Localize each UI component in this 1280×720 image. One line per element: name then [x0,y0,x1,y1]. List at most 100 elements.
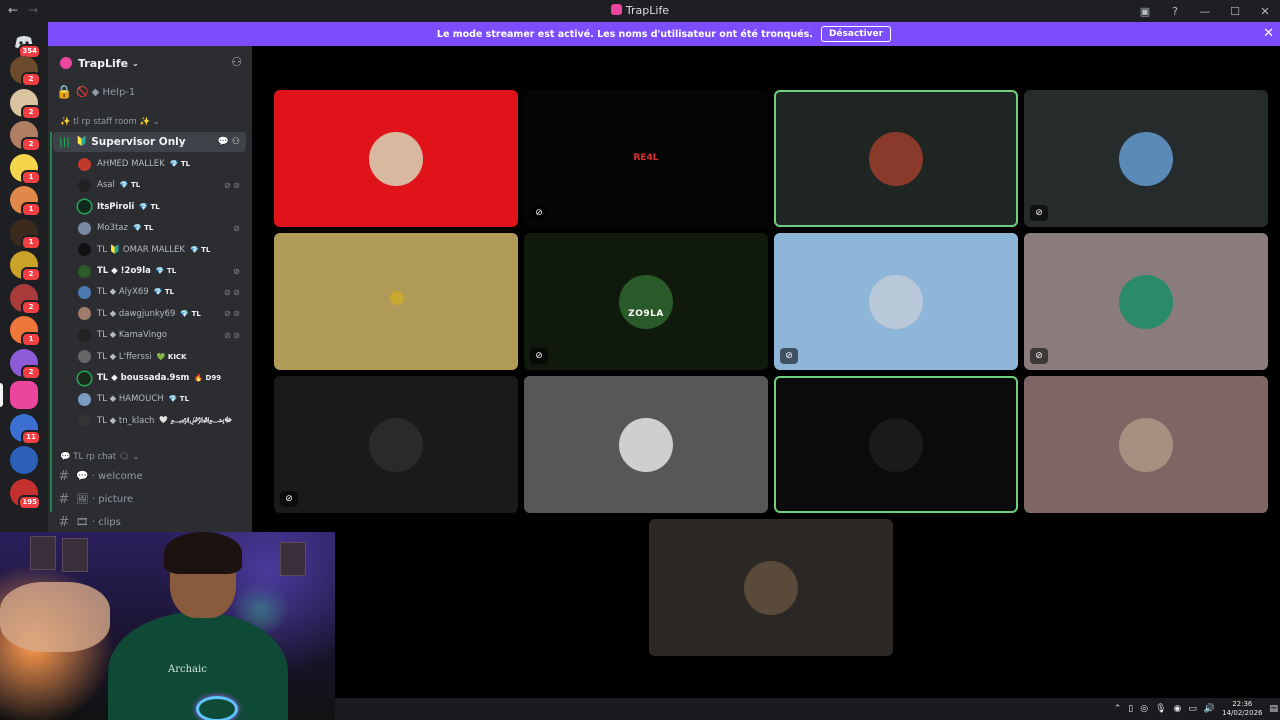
voice-user-row[interactable]: TL ◆ boussada.9sm 🔥 D99 [78,368,248,388]
participant-avatar [369,131,423,186]
voice-user-row[interactable]: TL 🔰 OMAR MALLEK 💎 TL [78,240,248,260]
server-icon-12[interactable]: 11 [10,413,41,445]
category-rp-chat[interactable]: 💬 TL rp chat 🗨 ⌄ [60,452,139,462]
participant-avatar [869,274,923,329]
participant-tile[interactable] [274,90,518,227]
participant-tile[interactable]: ZO9LA ⊘ [524,233,768,370]
taskbar: ⌃ ▯ ◎ 🎙 ◉ ▭ 🔊 22:36 14/02/2026 ▤ [335,698,1280,720]
channel-picture[interactable]: # 🖼 · picture [56,489,246,509]
role-tag: 💎 TL [180,309,201,318]
participant-tile[interactable] [774,90,1018,227]
avatar [78,200,91,214]
voice-channel-supervisor-only[interactable]: ||| 🔰 Supervisor Only 💬 ⚇ [53,132,246,152]
network-icon[interactable]: ▭ [1188,704,1197,714]
maximize-button[interactable]: ☐ [1220,5,1250,18]
voice-stage: RE4L ⊘ ⊘ ZO9LA ⊘ ⊘ ⊘ ⊘ [252,46,1280,698]
channel-label: 🎞 · clips [76,516,121,528]
window-title-text: TrapLife [625,4,670,17]
participant-tile[interactable]: ⊘ [274,376,518,513]
participant-avatar [869,131,923,186]
shirt-logo-text: Archaic [168,664,207,675]
muted-deafened-icon: ⊘ ⊘ [224,287,240,297]
server-icon-1[interactable]: 2 [10,56,41,87]
selected-server-pill [0,383,3,407]
chevron-up-icon[interactable]: ⌃ [1114,704,1122,714]
notification-icon[interactable]: ▤ [1269,704,1278,714]
hash-icon: # [58,468,70,484]
back-arrow-icon[interactable]: ← [8,3,18,17]
home-button[interactable]: 354 [10,28,41,59]
voice-user-row[interactable]: Mo3taz 💎 TL ⊘ [78,218,248,238]
participant-tile[interactable]: ⊘ [1024,233,1268,370]
server-icon-11[interactable] [10,381,38,409]
forward-arrow-icon[interactable]: → [28,3,38,17]
server-icon-10[interactable]: 2 [10,348,41,380]
voice-channel-actions[interactable]: 💬 ⚇ [218,137,240,147]
channel-clips[interactable]: # 🎞 · clips [56,512,246,532]
participant-avatar [390,291,404,305]
participant-avatar-label: ZO9LA [628,309,664,319]
server-icon-6[interactable]: 1 [10,218,41,250]
voice-user-name: TL 🔰 OMAR MALLEK [97,244,185,255]
server-icon-5[interactable]: 1 [10,186,41,217]
wall-poster [62,538,88,572]
avatar [78,178,91,192]
voice-user-row[interactable]: Asal 💎 TL ⊘ ⊘ [78,175,248,195]
inbox-icon[interactable]: ▣ [1130,5,1160,18]
participant-tile[interactable] [649,519,893,656]
voice-user-row[interactable]: ItsPiroli 💎 TL [78,197,248,217]
server-icon-14[interactable]: 195 [10,478,41,510]
server-icon-8[interactable]: 2 [10,283,41,315]
participant-tile[interactable]: ⊘ [774,233,1018,370]
voice-user-row[interactable]: AHMED MALLEK 💎 TL [78,154,248,174]
voice-user-row[interactable]: TL ◆ tn_klach 🤍 ﷽ﷻ [78,411,248,431]
close-window-button[interactable]: ✕ [1250,5,1280,18]
server-icon-4[interactable]: 1 [10,153,41,185]
category-staff-room[interactable]: ✨ tl rp staff room ✨ ⌄ [60,117,160,127]
role-tag: 💎 TL [119,181,141,190]
channel-label: 💬 · welcome [76,470,143,482]
participant-tile[interactable]: RE4L ⊘ [524,90,768,227]
participant-tile[interactable]: ⊘ [1024,90,1268,227]
voice-user-row[interactable]: TL ◆ L'fferssi 💚 KICK [78,347,248,367]
deafened-icon: ⊘ [280,491,298,507]
voice-user-row[interactable]: TL ◆ dawgjunky69 💎 TL ⊘ ⊘ [78,304,248,324]
server-unread-badge: 2 [21,72,41,87]
participant-avatar [869,417,923,472]
server-icon-7[interactable]: 2 [10,251,41,282]
participant-tile[interactable] [774,376,1018,513]
invite-user-icon[interactable]: ⚇ [231,55,242,69]
minimize-button[interactable]: — [1190,5,1220,18]
server-header[interactable]: TrapLife ⌄ ⚇ [48,46,252,80]
voice-user-row[interactable]: TL ◆ !2o9la 💎 TL ⊘ [78,261,248,281]
category-label: 💬 TL rp chat 🗨 [60,452,130,462]
voice-user-name: TL ◆ tn_klach [97,415,155,426]
voice-user-row[interactable]: TL ◆ HAMOUCH 💎 TL [78,389,248,409]
microphone-icon[interactable]: 🎙 [1155,704,1166,714]
avatar [78,328,91,342]
server-icon-2[interactable]: 2 [10,88,41,120]
banner-close-icon[interactable]: ✕ [1263,26,1274,41]
participant-tile[interactable] [524,376,768,513]
avatar [78,414,91,428]
app-tray-icon[interactable]: ◎ [1140,704,1148,714]
server-icon [60,57,72,69]
server-icon-13[interactable] [10,446,38,474]
help-icon[interactable]: ? [1160,5,1190,18]
server-icon-3[interactable]: 2 [10,121,41,152]
channel-welcome[interactable]: # 💬 · welcome [56,466,246,486]
voice-user-row[interactable]: TL ◆ KamaVingo ⊘ ⊘ [78,325,248,345]
participant-tile[interactable] [1024,376,1268,513]
participant-avatar [1119,131,1173,186]
usb-icon[interactable]: ▯ [1128,704,1133,714]
voice-user-row[interactable]: TL ◆ AlyX69 💎 TL ⊘ ⊘ [78,282,248,302]
webcam-tray-icon[interactable]: ◉ [1174,704,1182,714]
server-icon-9[interactable]: 1 [10,316,41,347]
volume-icon[interactable]: 🔊 [1204,704,1215,714]
muted-deafened-icon: ⊘ ⊘ [224,309,240,319]
channel-help-1[interactable]: 🔒 🚫 ◆ Help-1 [56,82,246,102]
voice-user-name: TL ◆ AlyX69 [97,287,149,298]
disable-streamer-button[interactable]: Désactiver [820,26,892,42]
participant-tile[interactable] [274,233,518,370]
clock[interactable]: 22:36 14/02/2026 [1222,700,1262,718]
